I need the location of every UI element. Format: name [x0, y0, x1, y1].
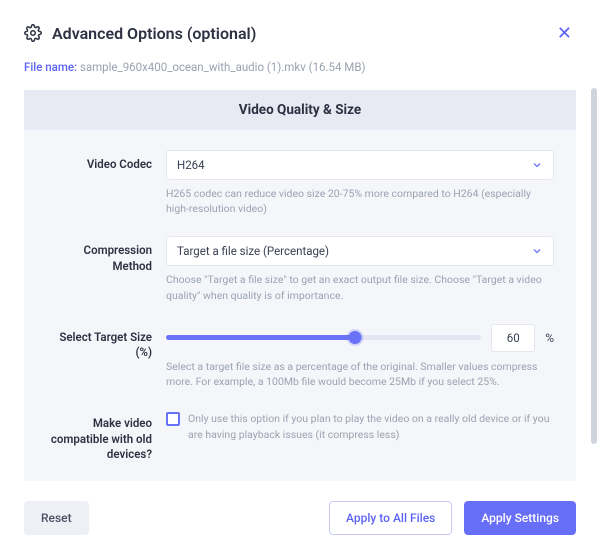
- video-codec-hint: H265 codec can reduce video size 20-75% …: [166, 186, 554, 216]
- compression-method-value: Target a file size (Percentage): [177, 244, 329, 258]
- gear-icon: [24, 24, 42, 42]
- video-codec-label: Video Codec: [46, 150, 152, 173]
- target-size-input[interactable]: [491, 324, 535, 352]
- apply-all-button[interactable]: Apply to All Files: [329, 501, 452, 535]
- target-size-slider[interactable]: [166, 323, 481, 353]
- scrollbar[interactable]: [591, 88, 597, 444]
- compression-method-hint: Choose "Target a file size" to get an ex…: [166, 272, 554, 302]
- file-name-value: sample_960x400_ocean_with_audio (1).mkv …: [80, 60, 366, 74]
- video-codec-value: H264: [177, 158, 205, 172]
- compat-text: Only use this option if you plan to play…: [188, 411, 554, 441]
- target-size-unit: %: [545, 331, 554, 345]
- quality-panel: Video Quality & Size Video Codec H264 H2…: [24, 90, 576, 481]
- close-button[interactable]: ✕: [553, 20, 576, 46]
- target-size-label: Select Target Size (%): [46, 323, 152, 361]
- compression-method-label: Compression Method: [46, 236, 152, 274]
- apply-settings-button[interactable]: Apply Settings: [464, 501, 576, 535]
- compat-label: Make video compatible with old devices?: [46, 409, 152, 463]
- dialog-title: Advanced Options (optional): [52, 24, 256, 43]
- slider-thumb[interactable]: [349, 331, 362, 344]
- compression-method-select[interactable]: Target a file size (Percentage): [166, 236, 554, 266]
- chevron-down-icon: [531, 245, 543, 257]
- file-name-row: File name: sample_960x400_ocean_with_aud…: [24, 60, 576, 74]
- close-icon: ✕: [557, 23, 572, 43]
- chevron-down-icon: [531, 159, 543, 171]
- target-size-hint: Select a target file size as a percentag…: [166, 359, 554, 389]
- file-name-label: File name:: [24, 60, 80, 74]
- video-codec-select[interactable]: H264: [166, 150, 554, 180]
- reset-button[interactable]: Reset: [24, 501, 89, 535]
- compat-checkbox[interactable]: [166, 412, 180, 426]
- panel-title: Video Quality & Size: [24, 90, 576, 130]
